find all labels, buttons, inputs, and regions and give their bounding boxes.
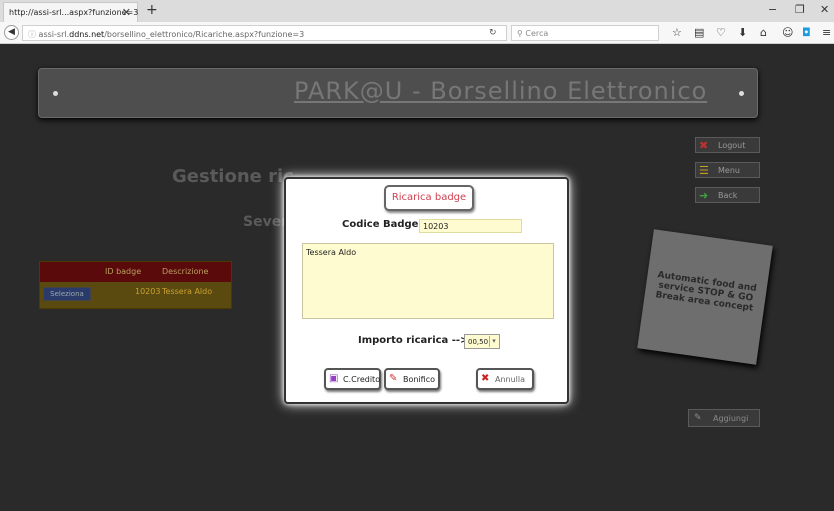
aggiungi-button[interactable]: ✎ Aggiungi <box>688 409 760 427</box>
credito-button[interactable]: ▣ C.Credito <box>324 368 381 390</box>
restore-icon[interactable]: ❐ <box>795 3 805 16</box>
header-dot-right <box>739 91 744 96</box>
logout-button[interactable]: ✖ Logout <box>695 137 760 153</box>
select-button[interactable]: Seleziona <box>43 287 91 301</box>
tab-close-icon[interactable]: ✕ <box>122 6 131 19</box>
info-icon[interactable]: ⓘ <box>28 30 39 39</box>
url-prefix: assi-srl. <box>38 30 70 39</box>
aggiungi-label: Aggiungi <box>713 414 749 423</box>
back-label: Back <box>718 191 738 200</box>
reading-list-icon[interactable]: ▤ <box>694 26 704 39</box>
pencil-icon: ✎ <box>389 373 398 384</box>
ricarica-dialog: Ricarica badge Codice Badge --> 10203 Te… <box>284 177 569 404</box>
site-header: PARK@U - Borsellino Elettronico <box>38 68 758 118</box>
row-id: 10203 <box>135 287 161 296</box>
badge-code-field[interactable]: 10203 <box>419 219 522 233</box>
importo-select[interactable]: 00,50 ▾ <box>464 334 500 349</box>
table-row: Seleziona 10203 Tessera Aldo <box>40 282 231 308</box>
menu-icon: ☰ <box>699 164 709 177</box>
url-path: /borsellino_elettronico/Ricariche.aspx?f… <box>104 30 305 39</box>
badge-table: ID badge Descrizione Seleziona 10203 Tes… <box>39 261 232 309</box>
download-icon[interactable]: ⬇ <box>738 26 747 39</box>
annulla-button[interactable]: ✖ Annulla <box>476 368 534 390</box>
bookmark-star-icon[interactable]: ☆ <box>672 26 682 39</box>
credit-card-icon: ▣ <box>329 373 339 384</box>
back-button[interactable]: ➜ Back <box>695 187 760 203</box>
header-dot-left <box>53 91 58 96</box>
col-descrizione: Descrizione <box>162 267 209 276</box>
minimize-icon[interactable]: − <box>768 3 777 16</box>
browser-tab-bar: http://assi-srl...aspx?funzione=3 ✕ + − … <box>0 0 834 22</box>
bonifico-label: Bonifico <box>403 375 436 384</box>
back-arrow-icon[interactable]: ◀ <box>4 25 19 40</box>
tab-title: http://assi-srl...aspx?funzione=3 <box>9 8 139 17</box>
col-id-badge: ID badge <box>105 267 142 276</box>
bonifico-button[interactable]: ✎ Bonifico <box>384 368 440 390</box>
home-icon[interactable]: ⌂ <box>760 26 767 39</box>
menu-label: Menu <box>718 166 740 175</box>
page-title[interactable]: PARK@U - Borsellino Elettronico <box>294 77 707 105</box>
logout-icon: ✖ <box>699 139 709 152</box>
pocket-icon[interactable]: ♡ <box>716 26 726 39</box>
browser-nav-bar: ◀ ⓘ assi-srl.ddns.net/borsellino_elettro… <box>0 22 834 44</box>
close-window-icon[interactable]: ✕ <box>820 3 829 16</box>
logout-label: Logout <box>718 141 746 150</box>
annulla-label: Annulla <box>495 375 526 384</box>
search-input[interactable]: ⚲ Cerca <box>511 25 659 41</box>
add-icon: ✎ <box>694 413 702 423</box>
hamburger-menu-icon[interactable]: ≡ <box>822 26 831 39</box>
dialog-title: Ricarica badge <box>384 185 474 211</box>
stop-and-go-logo: Automatic food and service STOP & GO Bre… <box>637 229 773 365</box>
importo-label: Importo ricarica --> <box>358 335 469 346</box>
credito-label: C.Credito <box>343 375 381 384</box>
new-tab-icon[interactable]: + <box>146 2 158 18</box>
row-descrizione: Tessera Aldo <box>162 287 213 296</box>
search-placeholder: Cerca <box>525 29 549 38</box>
extension-icon[interactable]: ◘ <box>802 26 811 39</box>
cancel-x-icon: ✖ <box>481 373 490 384</box>
importo-value: 00,50 <box>468 338 489 346</box>
page-heading: Gestione ric <box>172 166 294 187</box>
page-subheading: Sever <box>243 214 289 230</box>
sync-icon[interactable]: ☺ <box>782 26 793 39</box>
description-textarea[interactable]: Tessera Aldo <box>302 243 554 319</box>
chevron-down-icon: ▾ <box>489 336 498 347</box>
table-header: ID badge Descrizione <box>40 262 231 282</box>
logo-text: Automatic food and service STOP & GO Bre… <box>654 270 758 314</box>
reload-icon[interactable]: ↻ <box>489 28 497 38</box>
menu-button[interactable]: ☰ Menu <box>695 162 760 178</box>
back-icon: ➜ <box>699 189 709 202</box>
browser-tab[interactable]: http://assi-srl...aspx?funzione=3 ✕ <box>3 2 138 22</box>
url-domain: ddns.net <box>69 30 105 39</box>
address-bar[interactable]: ⓘ assi-srl.ddns.net/borsellino_elettroni… <box>22 25 507 41</box>
